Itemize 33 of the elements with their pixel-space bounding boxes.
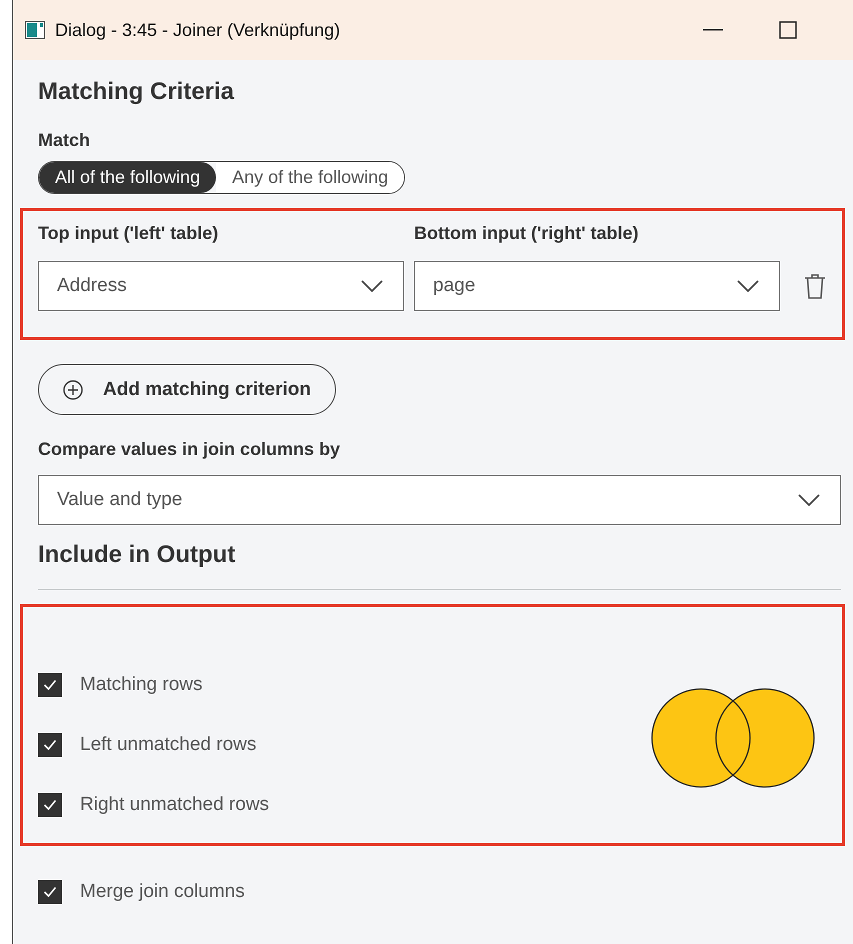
dropdown[interactable]: page <box>414 261 780 311</box>
check-icon <box>43 679 57 691</box>
check-icon <box>43 739 57 751</box>
checkbox-label: Left unmatched rows <box>80 734 256 756</box>
chevron-down-icon <box>798 494 820 506</box>
segment-option[interactable]: All of the following <box>39 162 216 193</box>
add-criterion-button[interactable]: Add matching criterion <box>38 364 336 415</box>
check-icon <box>43 799 57 811</box>
trash-icon[interactable] <box>804 273 826 299</box>
checkbox-label: Right unmatched rows <box>80 794 270 816</box>
minimize-icon[interactable] <box>703 29 723 31</box>
field-label: Bottom input ('right' table) <box>414 223 640 244</box>
section-heading: Include in Output <box>38 540 236 570</box>
segment-option[interactable]: Any of the following <box>216 162 404 193</box>
dropdown[interactable]: Address <box>38 261 404 311</box>
window-title: Dialog - 3:45 - Joiner (Verknüpfung) <box>55 20 342 40</box>
dropdown[interactable]: Value and type <box>38 475 841 525</box>
chevron-down-icon <box>737 280 759 292</box>
checkbox[interactable] <box>38 733 62 757</box>
checkbox-label: Matching rows <box>80 674 202 696</box>
checkbox[interactable] <box>38 673 62 697</box>
maximize-icon[interactable] <box>779 21 797 39</box>
section-heading: Matching Criteria <box>38 77 236 107</box>
check-icon <box>43 886 57 898</box>
field-label: Top input ('left' table) <box>38 223 220 244</box>
field-label: Compare values in join columns by <box>38 439 342 460</box>
checkbox[interactable] <box>38 880 62 904</box>
checkbox[interactable] <box>38 793 62 817</box>
field-label: Match <box>38 130 92 151</box>
chevron-down-icon <box>361 280 383 292</box>
checkbox-label: Merge join columns <box>80 881 245 903</box>
plus-circle-icon <box>63 380 83 400</box>
window-icon <box>25 21 45 39</box>
